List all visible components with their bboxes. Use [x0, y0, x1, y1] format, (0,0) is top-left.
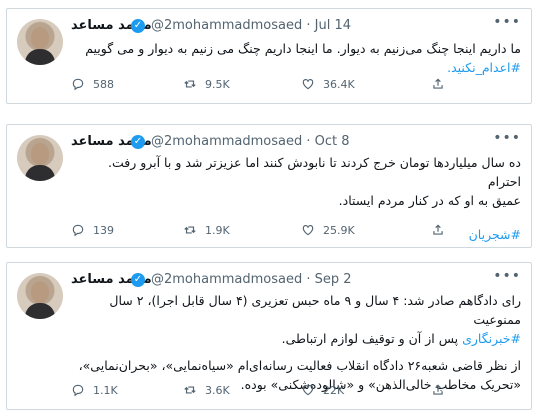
- like-count: 25.9K: [323, 223, 355, 237]
- reply-icon: [72, 78, 84, 91]
- retweet-button[interactable]: 1.9K: [183, 223, 230, 237]
- verified-badge-icon: ✓: [131, 273, 145, 287]
- share-button[interactable]: [431, 223, 445, 237]
- retweet-icon: [184, 386, 196, 394]
- tweet-header: محمد مساعد ✓ @2mohammadmosaed · Sep 2 ••…: [71, 268, 521, 290]
- tweet-text-line: از نظر قاضی شعبه۲۶ دادگاه انقلاب فعالیت …: [78, 358, 521, 373]
- share-icon: [433, 224, 443, 235]
- verified-badge-icon: ✓: [131, 19, 145, 33]
- retweet-count: 1.9K: [205, 223, 230, 237]
- author-handle-date[interactable]: @2mohammadmosaed · Oct 8: [151, 134, 350, 149]
- tweet-header: محمد مساعد ✓ @2mohammadmosaed · Oct 8 ••…: [71, 130, 521, 152]
- share-button[interactable]: [431, 383, 445, 397]
- retweet-button[interactable]: 9.5K: [183, 77, 230, 91]
- reply-button[interactable]: 139: [71, 223, 114, 237]
- tweet-text-line: ده سال میلیاردها تومان خرج کردند تا نابو…: [107, 155, 521, 189]
- tweet-text: ما داریم اینجا چنگ می‌زنیم به دیوار. ما …: [71, 39, 521, 77]
- tweet-card-1[interactable]: محمد مساعد ✓ @2mohammadmosaed · Jul 14 •…: [6, 8, 532, 104]
- share-icon: [433, 78, 443, 89]
- like-icon: [302, 385, 314, 396]
- tweet-card-2[interactable]: محمد مساعد ✓ @2mohammadmosaed · Oct 8 ••…: [6, 124, 532, 248]
- reply-count: 588: [93, 77, 114, 91]
- like-count: 22K: [323, 383, 345, 397]
- retweet-icon: [184, 80, 196, 88]
- hashtag-link[interactable]: #اعدام_نکنید.: [447, 60, 521, 75]
- reply-icon: [72, 224, 84, 237]
- reply-count: 1.1K: [93, 383, 118, 397]
- reply-button[interactable]: 1.1K: [71, 383, 118, 397]
- retweet-count: 9.5K: [205, 77, 230, 91]
- tweet-text-line: ما داریم اینجا چنگ می‌زنیم به دیوار. ما …: [85, 41, 521, 56]
- like-icon: [302, 225, 314, 236]
- tweet-actions: 588 9.5K 36.4K: [71, 77, 521, 97]
- retweet-count: 3.6K: [205, 383, 230, 397]
- like-icon: [302, 79, 314, 90]
- share-button[interactable]: [431, 77, 445, 91]
- avatar[interactable]: [17, 135, 63, 181]
- share-icon: [433, 384, 443, 395]
- reply-button[interactable]: 588: [71, 77, 114, 91]
- tweet-text-line: رای دادگاهم صادر شد: ۴ سال و ۹ ماه حبس ت…: [109, 293, 521, 327]
- tweet-text-line: عمیق به او که در کنار مردم ایستاد.: [338, 193, 521, 208]
- like-button[interactable]: 22K: [301, 383, 344, 397]
- author-handle-date[interactable]: @2mohammadmosaed · Sep 2: [151, 272, 352, 287]
- retweet-icon: [184, 226, 196, 234]
- retweet-button[interactable]: 3.6K: [183, 383, 230, 397]
- like-button[interactable]: 36.4K: [301, 77, 355, 91]
- author-handle-date[interactable]: @2mohammadmosaed · Jul 14: [151, 18, 351, 33]
- tweet-text-line: پس از آن و توقیف لوازم ارتباطی.: [281, 331, 459, 346]
- more-dots-icon[interactable]: •••: [493, 14, 521, 30]
- reply-count: 139: [93, 223, 114, 237]
- tweet-actions: 139 1.9K 25.9K: [71, 223, 521, 243]
- avatar[interactable]: [17, 273, 63, 319]
- like-button[interactable]: 25.9K: [301, 223, 355, 237]
- tweet-card-3[interactable]: محمد مساعد ✓ @2mohammadmosaed · Sep 2 ••…: [6, 262, 532, 410]
- avatar[interactable]: [17, 19, 63, 65]
- hashtag-link[interactable]: #خبرنگاری: [462, 331, 521, 346]
- verified-badge-icon: ✓: [131, 135, 145, 149]
- tweet-header: محمد مساعد ✓ @2mohammadmosaed · Jul 14 •…: [71, 14, 521, 36]
- like-count: 36.4K: [323, 77, 355, 91]
- reply-icon: [72, 384, 84, 397]
- tweet-text: رای دادگاهم صادر شد: ۴ سال و ۹ ماه حبس ت…: [71, 291, 521, 394]
- more-dots-icon[interactable]: •••: [493, 130, 521, 146]
- tweet-actions: 1.1K 3.6K 22K: [71, 383, 521, 403]
- more-dots-icon[interactable]: •••: [493, 268, 521, 284]
